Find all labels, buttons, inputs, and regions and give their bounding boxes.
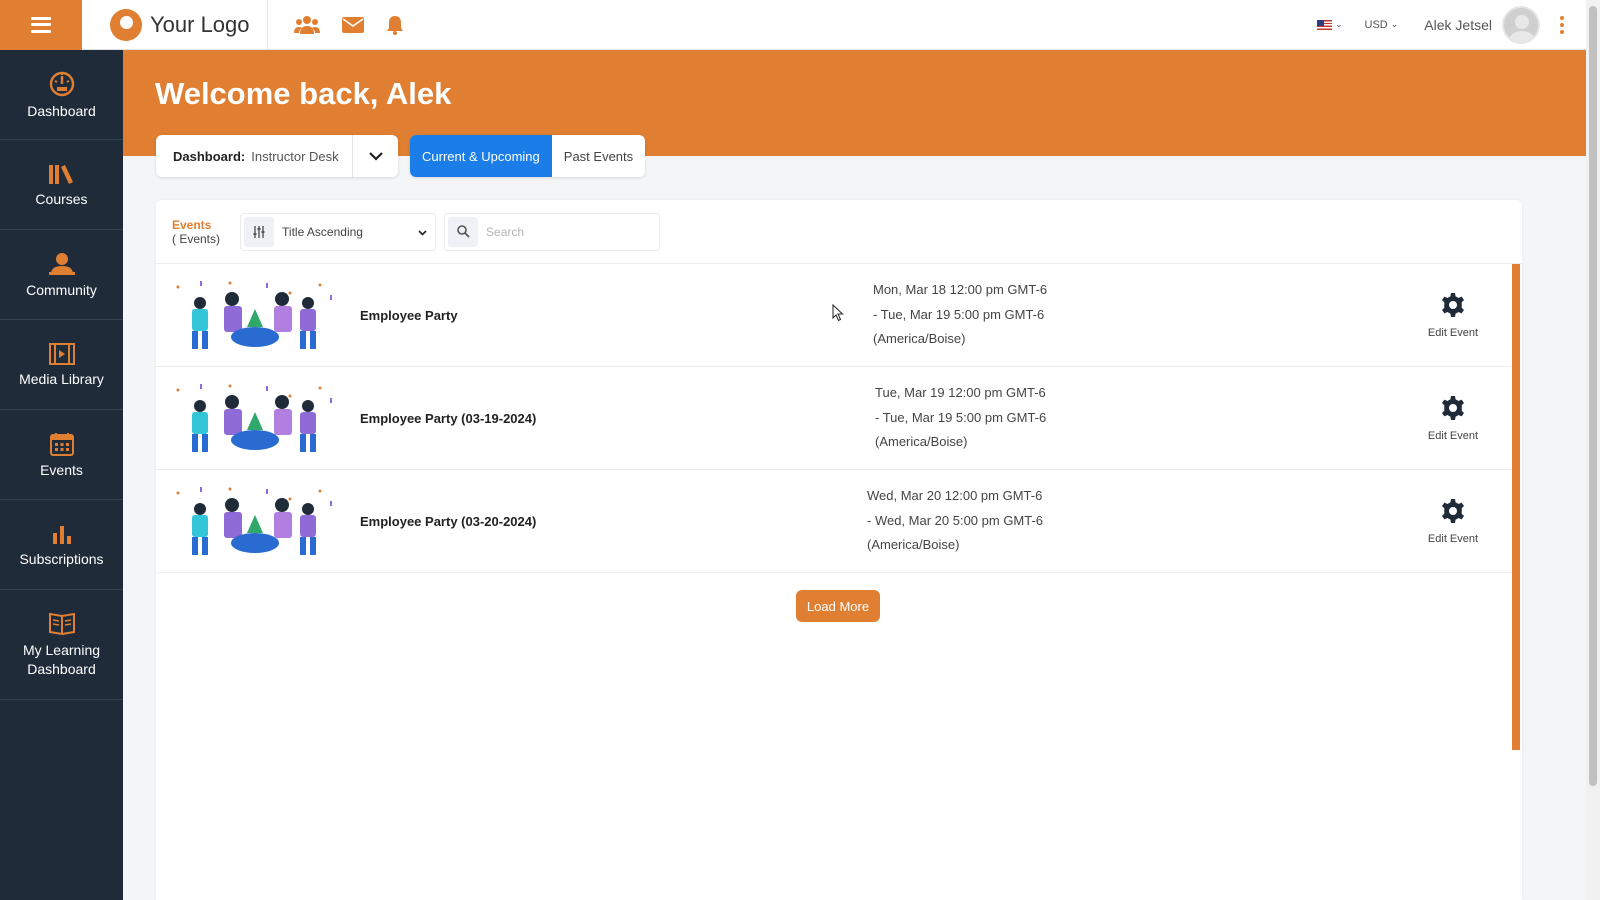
edit-event-button[interactable]: Edit Event bbox=[1413, 498, 1493, 545]
community-icon bbox=[48, 252, 75, 275]
sidebar-item-subscriptions[interactable]: Subscriptions bbox=[0, 500, 123, 590]
event-tabs: Current & Upcoming Past Events bbox=[410, 135, 646, 177]
gear-icon bbox=[1442, 498, 1464, 523]
sidebar-item-my-learning-dashboard[interactable]: My Learning Dashboard bbox=[0, 590, 123, 700]
sidebar-item-events[interactable]: Events bbox=[0, 410, 123, 500]
chevron-down-icon: ⌄ bbox=[1334, 19, 1343, 29]
event-date: Wed, Mar 20 12:00 pm GMT-6 - Wed, Mar 20… bbox=[867, 484, 1043, 558]
search-input[interactable] bbox=[486, 224, 647, 239]
load-more-button[interactable]: Load More bbox=[796, 590, 880, 622]
avatar[interactable] bbox=[1502, 5, 1540, 44]
edit-event-label: Edit Event bbox=[1427, 532, 1479, 545]
language-select[interactable]: ⌄ bbox=[1316, 19, 1343, 30]
dashboard-select-label: Dashboard: bbox=[173, 148, 246, 164]
currency-value: USD bbox=[1364, 18, 1388, 31]
logo-text: Your Logo bbox=[150, 11, 250, 37]
events-filter-bar: Events ( Events) Title Ascending bbox=[156, 200, 1522, 264]
hamburger-menu-button[interactable] bbox=[0, 0, 82, 50]
event-name[interactable]: Employee Party (03-19-2024) bbox=[360, 411, 536, 426]
edit-event-label: Edit Event bbox=[1427, 326, 1479, 339]
sort-select[interactable]: Title Ascending bbox=[240, 212, 437, 251]
event-date-end: - Tue, Mar 19 5:00 pm GMT-6 bbox=[873, 306, 1045, 322]
events-heading: Events ( Events) bbox=[172, 218, 220, 246]
subscriptions-icon bbox=[52, 525, 71, 544]
event-date-start: Tue, Mar 19 12:00 pm GMT-6 bbox=[875, 385, 1046, 401]
sidebar-item-dashboard[interactable]: Dashboard bbox=[0, 50, 123, 140]
people-icon[interactable] bbox=[294, 15, 320, 35]
gear-icon bbox=[1442, 395, 1464, 420]
sidebar-item-label: Subscriptions bbox=[19, 550, 104, 567]
list-scrollbar[interactable] bbox=[1512, 264, 1520, 750]
chevron-down-icon[interactable] bbox=[352, 135, 398, 177]
currency-select[interactable]: USD ⌄ bbox=[1365, 19, 1399, 31]
event-name[interactable]: Employee Party bbox=[360, 308, 458, 323]
dashboard-select[interactable]: Dashboard: Instructor Desk bbox=[156, 135, 398, 177]
sort-value: Title Ascending bbox=[282, 224, 363, 239]
sidebar-item-label: Courses bbox=[35, 190, 88, 207]
sidebar-item-label: My Learning Dashboard bbox=[22, 641, 101, 677]
events-icon bbox=[49, 432, 74, 456]
edit-event-button[interactable]: Edit Event bbox=[1413, 395, 1493, 442]
event-name[interactable]: Employee Party (03-20-2024) bbox=[360, 514, 536, 529]
event-date-start: Mon, Mar 18 12:00 pm GMT-6 bbox=[873, 282, 1048, 298]
sidebar: Dashboard Courses Community Media Librar… bbox=[0, 50, 123, 900]
my-learning-dashboard-icon bbox=[48, 612, 75, 635]
search-icon bbox=[448, 216, 479, 247]
sidebar-item-label: Media Library bbox=[19, 370, 104, 387]
list-item[interactable]: Employee Party (03-20-2024) Wed, Mar 20 … bbox=[156, 470, 1512, 573]
event-date: Mon, Mar 18 12:00 pm GMT-6 - Tue, Mar 19… bbox=[873, 278, 1047, 352]
dashboard-select-value: Instructor Desk bbox=[251, 148, 339, 164]
logo[interactable]: Your Logo bbox=[82, 0, 268, 50]
main-content: Welcome back, Alek Dashboard: Instructor… bbox=[123, 50, 1586, 900]
list-item[interactable]: Employee Party (03-19-2024) Tue, Mar 19 … bbox=[156, 367, 1512, 470]
event-date: Tue, Mar 19 12:00 pm GMT-6 - Tue, Mar 19… bbox=[875, 381, 1046, 455]
chevron-down-icon bbox=[418, 223, 427, 241]
event-thumbnail bbox=[170, 485, 340, 557]
more-options-icon[interactable] bbox=[1556, 12, 1568, 38]
sidebar-item-community[interactable]: Community bbox=[0, 230, 123, 320]
bell-icon[interactable] bbox=[386, 15, 404, 35]
tab-past-events[interactable]: Past Events bbox=[552, 135, 645, 177]
media-library-icon bbox=[48, 342, 75, 365]
sidebar-item-media-library[interactable]: Media Library bbox=[0, 320, 123, 410]
search-box bbox=[444, 212, 661, 251]
page-title: Welcome back, Alek bbox=[155, 76, 452, 111]
sliders-icon bbox=[244, 216, 275, 247]
logo-mark-icon bbox=[110, 8, 142, 41]
chevron-down-icon: ⌄ bbox=[1390, 19, 1399, 29]
event-thumbnail bbox=[170, 279, 340, 351]
events-title: Events bbox=[172, 217, 212, 232]
sidebar-item-label: Events bbox=[40, 461, 83, 478]
mail-icon[interactable] bbox=[342, 16, 364, 33]
event-thumbnail bbox=[170, 382, 340, 454]
event-date-end: - Tue, Mar 19 5:00 pm GMT-6 bbox=[875, 409, 1047, 425]
top-bar: Your Logo ⌄ USD ⌄ Alek Jetsel bbox=[0, 0, 1586, 50]
events-subtitle: ( Events) bbox=[172, 231, 221, 246]
page-scrollbar[interactable] bbox=[1586, 0, 1600, 900]
mouse-cursor-icon bbox=[832, 304, 844, 322]
event-timezone: (America/Boise) bbox=[867, 537, 960, 553]
tab-current-upcoming[interactable]: Current & Upcoming bbox=[410, 135, 552, 177]
event-date-end: - Wed, Mar 20 5:00 pm GMT-6 bbox=[867, 512, 1044, 528]
event-timezone: (America/Boise) bbox=[873, 331, 966, 347]
edit-event-button[interactable]: Edit Event bbox=[1413, 292, 1493, 339]
gear-icon bbox=[1442, 292, 1464, 317]
sidebar-item-courses[interactable]: Courses bbox=[0, 140, 123, 230]
edit-event-label: Edit Event bbox=[1427, 429, 1479, 442]
user-name[interactable]: Alek Jetsel bbox=[1424, 17, 1492, 33]
event-date-start: Wed, Mar 20 12:00 pm GMT-6 bbox=[867, 488, 1043, 504]
page-scrollbar-thumb[interactable] bbox=[1589, 6, 1597, 786]
dashboard-icon bbox=[49, 71, 74, 96]
sidebar-item-label: Community bbox=[26, 281, 97, 298]
event-timezone: (America/Boise) bbox=[875, 434, 968, 450]
us-flag-icon bbox=[1316, 19, 1332, 30]
courses-icon bbox=[48, 164, 73, 184]
sidebar-item-label: Dashboard bbox=[27, 102, 96, 119]
hamburger-icon bbox=[31, 16, 51, 33]
